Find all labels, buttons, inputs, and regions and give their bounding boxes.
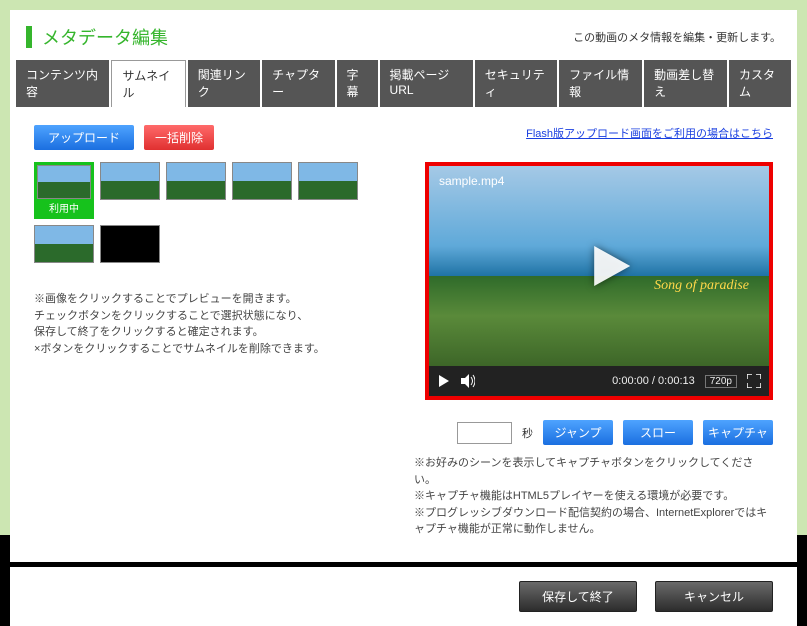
thumbnail-image [232, 162, 292, 200]
capture-button[interactable]: キャプチャ [703, 420, 773, 445]
help-line: 保存して終了をクリックすると確定されます。 [34, 324, 394, 341]
play-icon[interactable] [437, 374, 451, 388]
tab-thumbnail[interactable]: サムネイル [111, 60, 185, 107]
thumbnail-grid: 利用中 [34, 162, 394, 263]
video-quality-selector[interactable]: 720p [705, 375, 737, 388]
jump-button[interactable]: ジャンプ [543, 420, 613, 445]
thumbnail-item[interactable] [166, 162, 226, 219]
flash-upload-link[interactable]: Flash版アップロード画面をご利用の場合はこちら [526, 125, 773, 141]
tab-related-links[interactable]: 関連リンク [188, 60, 260, 107]
video-preview[interactable]: sample.mp4 Song of paradise [429, 166, 769, 366]
slow-button[interactable]: スロー [623, 420, 693, 445]
video-filename: sample.mp4 [439, 174, 504, 188]
thumbnail-item[interactable]: 利用中 [34, 162, 94, 219]
thumbnail-item[interactable] [298, 162, 358, 219]
tab-page-url[interactable]: 掲載ページURL [380, 60, 473, 107]
video-overlay-text: Song of paradise [654, 278, 749, 294]
thumbnail-item[interactable] [34, 225, 94, 263]
thumbnail-image [100, 225, 160, 263]
fullscreen-icon[interactable] [747, 374, 761, 388]
video-preview-frame: sample.mp4 Song of paradise 0:00:00 / 0:… [425, 162, 773, 400]
cancel-button[interactable]: キャンセル [655, 581, 773, 612]
thumbnail-image [166, 162, 226, 200]
help-text-left: ※画像をクリックすることでプレビューを開きます。 チェックボタンをクリックするこ… [34, 291, 394, 357]
help-line: ※プログレッシブダウンロード配信契約の場合、InternetExplorerでは… [414, 505, 773, 538]
help-line: ※画像をクリックすることでプレビューを開きます。 [34, 291, 394, 308]
save-exit-button[interactable]: 保存して終了 [519, 581, 637, 612]
tab-contents[interactable]: コンテンツ内容 [16, 60, 109, 107]
title-accent-bar [26, 26, 32, 48]
thumbnail-image [37, 165, 91, 199]
thumbnail-image [298, 162, 358, 200]
video-time: 0:00:00 / 0:00:13 [612, 375, 695, 387]
help-text-right: ※お好みのシーンを表示してキャプチャボタンをクリックしてください。 ※キャプチャ… [414, 455, 773, 538]
tab-security[interactable]: セキュリティ [475, 60, 557, 107]
thumbnail-item[interactable] [100, 225, 160, 263]
tab-replace-video[interactable]: 動画差し替え [644, 60, 727, 107]
tab-file-info[interactable]: ファイル情報 [559, 60, 642, 107]
help-line: ×ボタンをクリックすることでサムネイルを削除できます。 [34, 341, 394, 358]
thumbnail-image [34, 225, 94, 263]
header-note: この動画のメタ情報を編集・更新します。 [573, 29, 781, 45]
page-title: メタデータ編集 [42, 24, 168, 50]
thumbnail-item[interactable] [100, 162, 160, 219]
tab-subtitle[interactable]: 字幕 [337, 60, 378, 107]
help-line: ※お好みのシーンを表示してキャプチャボタンをクリックしてください。 [414, 455, 773, 488]
tab-custom[interactable]: カスタム [729, 60, 791, 107]
tab-chapter[interactable]: チャプター [262, 60, 334, 107]
video-controls: 0:00:00 / 0:00:13 720p [429, 366, 769, 396]
thumbnail-item[interactable] [232, 162, 292, 219]
seconds-input[interactable] [457, 422, 512, 444]
help-line: ※キャプチャ機能はHTML5プレイヤーを使える環境が必要です。 [414, 488, 773, 505]
thumbnail-image [100, 162, 160, 200]
play-overlay-icon[interactable] [582, 238, 638, 294]
upload-button[interactable]: アップロード [34, 125, 134, 150]
tab-bar: コンテンツ内容 サムネイル 関連リンク チャプター 字幕 掲載ページURL セキ… [10, 60, 797, 107]
thumbnail-badge-active: 利用中 [37, 199, 91, 216]
bulk-delete-button[interactable]: 一括削除 [144, 125, 214, 150]
volume-icon[interactable] [461, 374, 475, 388]
seconds-label: 秒 [522, 425, 533, 441]
help-line: チェックボタンをクリックすることで選択状態になり、 [34, 308, 394, 325]
